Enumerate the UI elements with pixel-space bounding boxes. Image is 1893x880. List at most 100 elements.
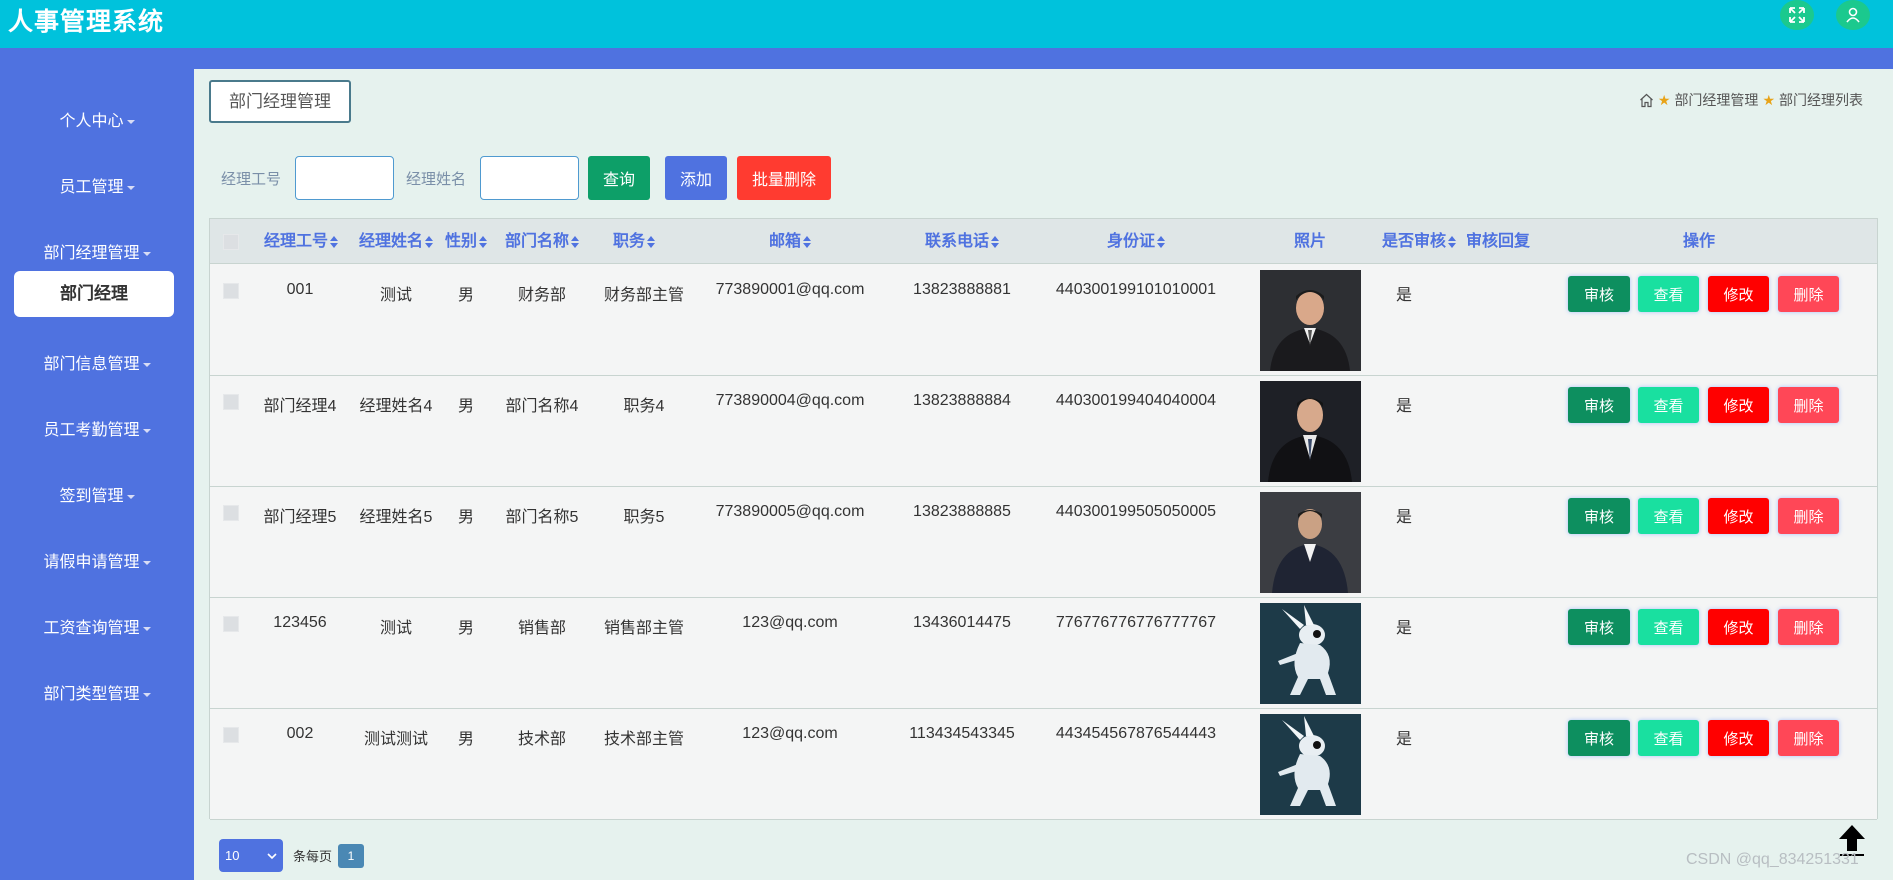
col-header-id[interactable]: 经理工号 — [263, 219, 339, 264]
select-all-checkbox[interactable] — [223, 234, 239, 250]
cell-phone: 13823888884 — [913, 392, 1011, 409]
cell-dept: 销售部 — [517, 620, 566, 637]
sidebar-item-manager[interactable]: 部门经理管理 — [0, 239, 194, 263]
query-button[interactable]: 查询 — [588, 156, 651, 200]
view-button[interactable]: 查看 — [1638, 720, 1699, 756]
cell-dept: 财务部 — [517, 287, 566, 304]
manager-photo — [1260, 270, 1361, 371]
col-header-photo: 照片 — [1293, 233, 1326, 250]
view-button[interactable]: 查看 — [1638, 609, 1699, 645]
row-checkbox[interactable] — [223, 727, 239, 743]
manager-name-label: 经理姓名 — [406, 170, 467, 188]
row-checkbox[interactable] — [223, 616, 239, 632]
page-size-select[interactable]: 10 — [219, 839, 283, 872]
batch-delete-button[interactable]: 批量删除 — [737, 156, 832, 200]
edit-button[interactable]: 修改 — [1708, 276, 1769, 312]
star-icon: ★ — [1762, 91, 1775, 108]
breadcrumb-item: 部门经理列表 — [1779, 92, 1863, 108]
header-strip — [0, 48, 1893, 69]
cell-position: 职务5 — [623, 509, 665, 526]
add-button[interactable]: 添加 — [665, 156, 728, 200]
edit-button[interactable]: 修改 — [1708, 609, 1769, 645]
fullscreen-icon[interactable] — [1780, 0, 1814, 30]
cell-audited: 是 — [1395, 509, 1412, 526]
col-header-email[interactable]: 邮箱 — [745, 219, 835, 264]
edit-button[interactable]: 修改 — [1708, 720, 1769, 756]
cell-id: 部门经理5 — [263, 509, 337, 526]
sidebar-subitem-manager[interactable]: 部门经理 — [14, 271, 174, 317]
col-header-phone[interactable]: 联系电话 — [917, 219, 1007, 264]
chevron-down-icon — [142, 362, 151, 367]
col-header-reply: 审核回复 — [1465, 233, 1530, 250]
cell-email: 773890005@qq.com — [715, 503, 865, 520]
table-header: 经理工号 经理姓名 性别 部门名称 职务 邮箱 联系电话 身份证 照片 是否审核… — [210, 219, 1877, 264]
cell-dept: 部门名称4 — [505, 398, 579, 415]
sidebar-item-salary[interactable]: 工资查询管理 — [0, 614, 194, 638]
table-row: 部门经理4 经理姓名4 男 部门名称4 职务4 773890004@qq.com… — [210, 376, 1877, 487]
row-checkbox[interactable] — [223, 505, 239, 521]
manager-photo — [1260, 381, 1361, 482]
delete-button[interactable]: 删除 — [1778, 498, 1839, 534]
chevron-down-icon — [142, 251, 151, 256]
chevron-down-icon — [126, 494, 135, 499]
cell-name: 测试 — [379, 287, 412, 304]
sidebar-item-dept-type[interactable]: 部门类型管理 — [0, 680, 194, 704]
table-row: 部门经理5 经理姓名5 男 部门名称5 职务5 773890005@qq.com… — [210, 487, 1877, 598]
sidebar-item-dept-info[interactable]: 部门信息管理 — [0, 350, 194, 374]
delete-button[interactable]: 删除 — [1778, 609, 1839, 645]
audit-button[interactable]: 审核 — [1568, 276, 1630, 312]
col-header-audited[interactable]: 是否审核 — [1381, 219, 1457, 264]
manager-name-input[interactable] — [480, 156, 580, 200]
delete-button[interactable]: 删除 — [1778, 276, 1839, 312]
sidebar-item-staff[interactable]: 员工管理 — [0, 173, 194, 197]
cell-gender: 男 — [457, 620, 474, 637]
col-header-actions: 操作 — [1682, 233, 1715, 250]
table-row: 001 测试 男 财务部 财务部主管 773890001@qq.com 1382… — [210, 265, 1877, 376]
audit-button[interactable]: 审核 — [1568, 498, 1630, 534]
row-checkbox[interactable] — [223, 283, 239, 299]
cell-audited: 是 — [1395, 620, 1412, 637]
edit-button[interactable]: 修改 — [1708, 387, 1769, 423]
sidebar-item-signin[interactable]: 签到管理 — [0, 482, 194, 506]
col-header-name[interactable]: 经理姓名 — [358, 219, 434, 264]
view-button[interactable]: 查看 — [1638, 387, 1699, 423]
cell-email: 773890004@qq.com — [715, 392, 865, 409]
sidebar-item-personal[interactable]: 个人中心 — [0, 107, 194, 131]
audit-button[interactable]: 审核 — [1568, 387, 1630, 423]
col-header-gender[interactable]: 性别 — [444, 219, 488, 264]
sort-icon — [803, 235, 811, 248]
col-header-dept[interactable]: 部门名称 — [504, 219, 580, 264]
watermark: CSDN @qq_834251331 — [1686, 851, 1859, 868]
delete-button[interactable]: 删除 — [1778, 387, 1839, 423]
view-button[interactable]: 查看 — [1638, 276, 1699, 312]
chevron-down-icon — [126, 119, 135, 124]
col-header-position[interactable]: 职务 — [599, 219, 669, 264]
breadcrumb-item[interactable]: 部门经理管理 — [1674, 90, 1758, 110]
cell-idcard: 440300199505050005 — [1055, 503, 1217, 520]
sidebar-item-leave[interactable]: 请假申请管理 — [0, 548, 194, 572]
user-icon[interactable] — [1836, 0, 1870, 30]
cell-id: 001 — [286, 281, 314, 298]
manager-id-input[interactable] — [295, 156, 395, 200]
view-button[interactable]: 查看 — [1638, 498, 1699, 534]
sort-icon — [425, 235, 433, 248]
delete-button[interactable]: 删除 — [1778, 720, 1839, 756]
search-bar: 经理工号 经理姓名 查询 添加 批量删除 — [209, 156, 832, 200]
page-number-button[interactable]: 1 — [338, 843, 365, 868]
cell-name: 经理姓名4 — [359, 398, 433, 415]
home-icon[interactable] — [1639, 93, 1654, 108]
cell-idcard: 443454567876544443 — [1055, 725, 1217, 742]
chevron-down-icon — [142, 560, 151, 565]
sidebar-item-attendance[interactable]: 员工考勤管理 — [0, 416, 194, 440]
cell-audited: 是 — [1395, 287, 1412, 304]
cell-email: 123@qq.com — [742, 614, 838, 631]
audit-button[interactable]: 审核 — [1568, 720, 1630, 756]
edit-button[interactable]: 修改 — [1708, 498, 1769, 534]
cell-phone: 13823888885 — [913, 503, 1011, 520]
chevron-down-icon — [267, 852, 277, 859]
table-row: 002 测试测试 男 技术部 技术部主管 123@qq.com 11343454… — [210, 709, 1877, 820]
cell-gender: 男 — [457, 398, 474, 415]
col-header-idcard[interactable]: 身份证 — [1091, 219, 1181, 264]
audit-button[interactable]: 审核 — [1568, 609, 1630, 645]
row-checkbox[interactable] — [223, 394, 239, 410]
